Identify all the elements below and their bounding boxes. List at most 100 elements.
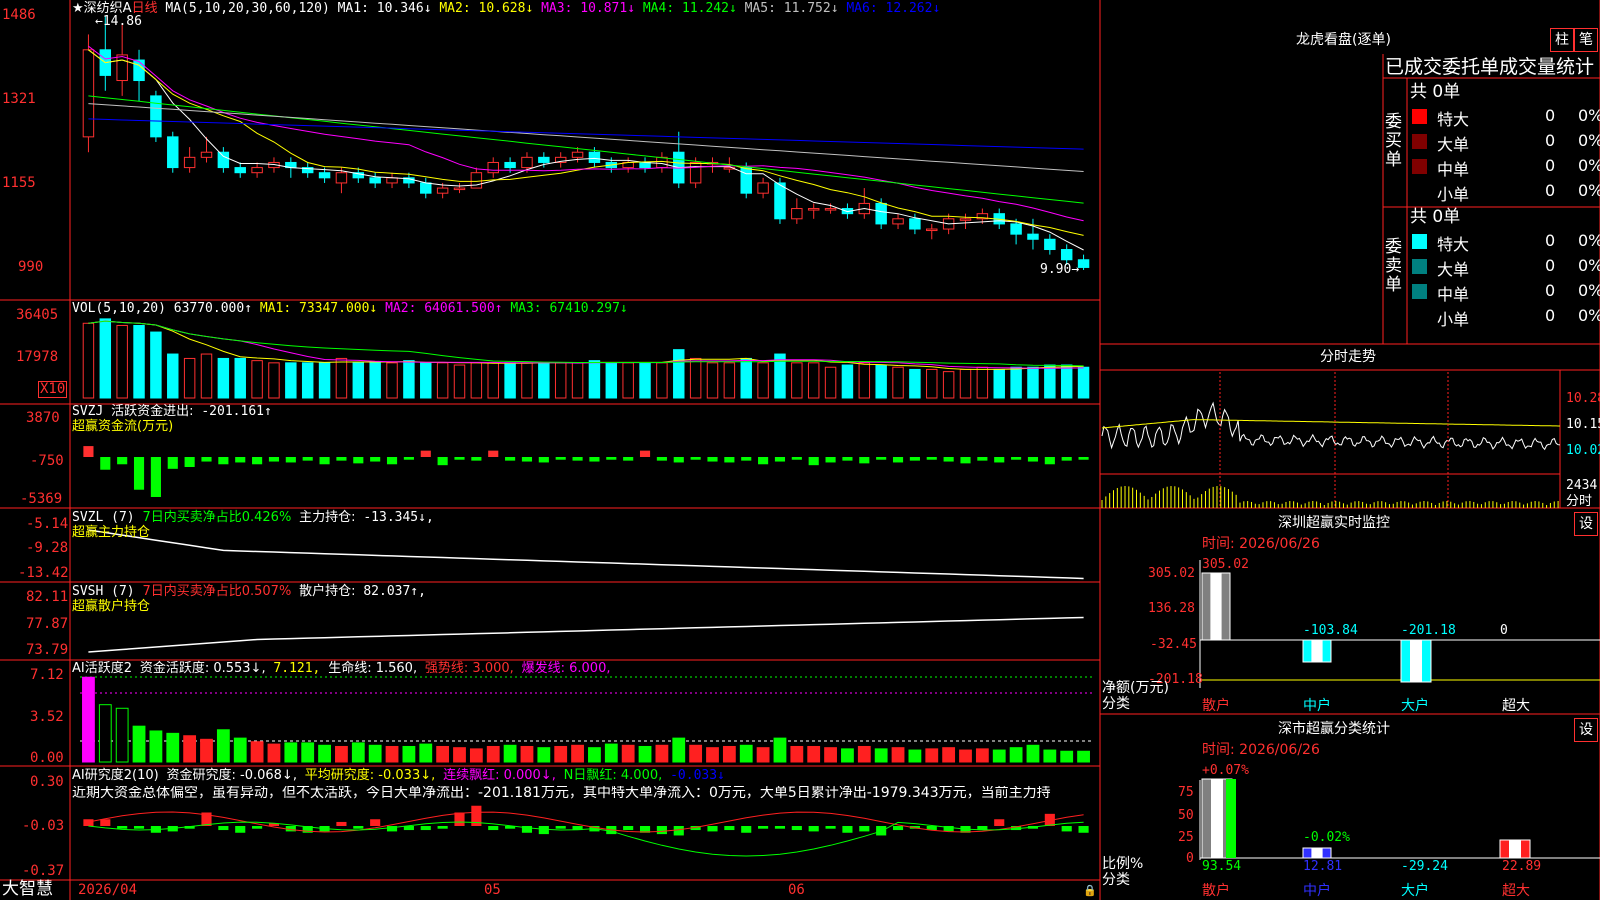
svsh-y-tick: 77.87 (26, 616, 69, 632)
volume-bar (807, 362, 820, 399)
fund-flow-bar (859, 457, 870, 464)
order-row-pct: 0% (1578, 106, 1600, 125)
activity-bar (284, 742, 298, 763)
svsh-y-tick: 82.11 (26, 589, 69, 605)
research-bar (420, 826, 431, 831)
activity-bar (959, 749, 972, 763)
fund-flow-bar (150, 457, 161, 497)
candle-body (1060, 249, 1073, 261)
sz-class-settings-button[interactable]: 设 (1574, 718, 1598, 742)
size-swatch (1412, 259, 1427, 274)
activity-bar (706, 747, 719, 763)
vol-ma2: MA2: 64061.500↑ (385, 301, 503, 316)
brand-logo-text[interactable]: 大智慧 (2, 880, 53, 899)
sz-class-bar-green (1226, 779, 1236, 858)
activity-bar (942, 747, 956, 763)
vol-ma3: MA3: 67410.297↓ (510, 301, 628, 316)
svzj-y-tick: 3870 (26, 410, 60, 426)
bar-mode-button[interactable]: 柱 (1550, 28, 1574, 52)
sz-monitor-y-tick: 305.02 (1148, 566, 1195, 581)
fund-flow-bar (791, 457, 802, 460)
activity-bar (436, 745, 450, 763)
fund-flow-bar (133, 457, 145, 490)
intraday-title[interactable]: 分时走势 (1320, 350, 1376, 365)
buy-side-label: 委买单 (1385, 112, 1402, 170)
volume-bar (791, 362, 803, 399)
order-row-name: 中单 (1437, 285, 1470, 304)
activity-bar (571, 744, 584, 763)
size-swatch (1412, 284, 1427, 299)
activity-bar (200, 738, 213, 763)
ai-activity-y-tick: 7.12 (30, 667, 64, 683)
tick-mode-button[interactable]: 笔 (1574, 28, 1598, 52)
candle-body (251, 167, 263, 174)
fund-flow-bar (1011, 457, 1022, 460)
fund-flow-bar (235, 457, 246, 463)
volume-bar (369, 362, 381, 399)
lock-icon[interactable]: 🔒 (1083, 883, 1097, 898)
volume-bar (706, 362, 719, 399)
volume-bar (723, 362, 736, 399)
candle-body (571, 151, 584, 158)
fund-flow-bar (302, 457, 313, 461)
ai-research-y-tick: -0.03 (22, 818, 65, 834)
ai-research-e: -0.033↓ (670, 768, 725, 783)
sz-class-top-label: -0.02% (1303, 830, 1350, 845)
sz-class-bar-highlight (1311, 848, 1323, 858)
svsh-subtitle: 超赢散户持仓 (72, 599, 151, 614)
research-bar (538, 826, 549, 835)
fund-flow-bar (218, 457, 229, 465)
research-bar (758, 826, 769, 829)
activity-bar (469, 748, 483, 763)
ai-n-day-red: N日飘红: 4.000, (563, 768, 663, 783)
order-row-pct: 0% (1578, 306, 1600, 325)
activity-bar (604, 743, 618, 763)
vol-unit-badge[interactable]: X10 (38, 381, 68, 398)
volume-bar (841, 364, 854, 399)
volume-bar (1044, 364, 1056, 399)
volume-bar (504, 362, 516, 399)
candle-body (335, 172, 348, 184)
fund-flow-bar (471, 457, 482, 461)
volume-bar (959, 368, 972, 399)
research-bar (656, 826, 667, 835)
ma5-label: MA5: 11.752↓ (744, 1, 839, 16)
research-bar (555, 826, 566, 829)
research-bar (252, 826, 263, 829)
sz-monitor-bar-highlight (1410, 640, 1422, 682)
size-swatch (1412, 134, 1427, 149)
svzj-value: -201.161↑ (201, 404, 272, 419)
fund-flow-bar (420, 450, 431, 457)
size-swatch (1412, 109, 1427, 124)
candle-body (150, 95, 162, 138)
sz-monitor-bar-label: 305.02 (1202, 557, 1249, 572)
fund-flow-bar (268, 457, 280, 462)
activity-bar (385, 745, 399, 763)
activity-bar (503, 744, 517, 763)
fund-flow-bar (707, 457, 718, 462)
sz-monitor-settings-button[interactable]: 设 (1574, 512, 1598, 536)
candle-body (639, 161, 651, 169)
ai-activity-value: 资金活跃度: 0.553↓, (139, 661, 266, 676)
candle-body (234, 167, 246, 174)
svzj-title: SVZJ (72, 404, 104, 419)
research-bar (825, 826, 836, 829)
fund-flow-bar (1044, 457, 1055, 465)
fund-flow-bar (505, 457, 516, 461)
order-row-pct: 0% (1578, 281, 1600, 300)
fund-flow-bar (403, 457, 414, 460)
svzl-value: -13.345↓, (363, 510, 434, 525)
activity-bar (992, 749, 1006, 763)
volume-bar (892, 366, 904, 399)
svzl-ratio: 7日内买卖净占比0.426% (142, 510, 292, 525)
activity-bar (908, 749, 922, 763)
fund-flow-bar (201, 457, 212, 462)
research-bar (218, 826, 229, 831)
size-swatch (1412, 159, 1427, 174)
activity-bar (453, 747, 466, 763)
research-bar (859, 826, 870, 832)
fund-flow-bar (656, 457, 667, 461)
volume-bar (926, 368, 938, 399)
ma6-label: MA6: 12.262↓ (846, 1, 941, 16)
volume-bar (183, 357, 196, 399)
